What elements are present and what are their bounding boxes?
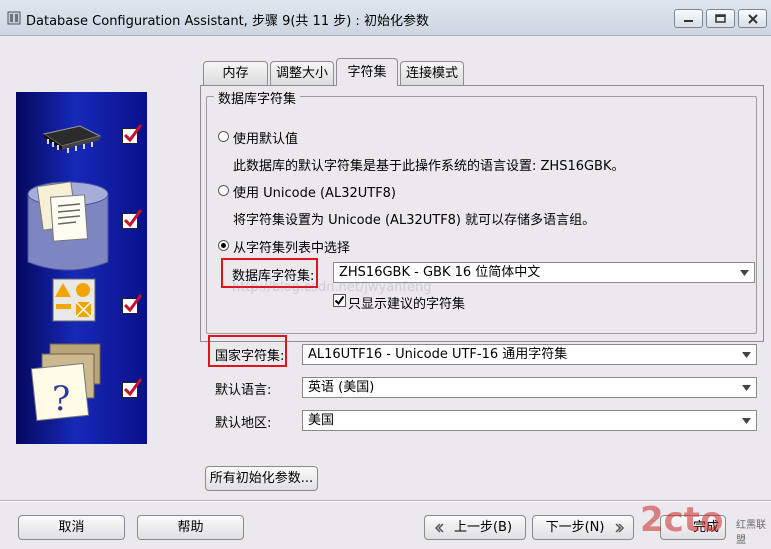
radio-use-unicode-label[interactable]: 使用 Unicode (AL32UTF8): [233, 182, 396, 201]
chevron-right-icon: [615, 523, 625, 533]
radio-use-default[interactable]: [218, 131, 229, 142]
back-button[interactable]: 上一步(B): [424, 515, 526, 540]
default-territory-label: 默认地区:: [215, 416, 272, 431]
database-icon: [7, 11, 21, 25]
minimize-icon: [684, 19, 693, 22]
all-init-params-button[interactable]: 所有初始化参数...: [205, 466, 318, 491]
radio-use-unicode[interactable]: [218, 185, 229, 196]
unicode-description: 将字符集设置为 Unicode (AL32UTF8) 就可以存储多语言组。: [233, 213, 596, 228]
next-button-label: 下一步(N): [545, 520, 605, 535]
maximize-icon: [715, 14, 726, 23]
step-check-icon: [122, 378, 142, 398]
chevron-left-icon: [434, 523, 444, 533]
database-documents-icon: [27, 181, 109, 271]
help-button[interactable]: 帮助: [137, 515, 244, 540]
default-language-label: 默认语言:: [215, 383, 272, 398]
chevron-down-icon: [742, 418, 751, 424]
wizard-side-panel: ?: [16, 92, 147, 444]
close-icon: [747, 13, 758, 24]
title-bar: Database Configuration Assistant, 步骤 9(共…: [0, 0, 771, 36]
checkmark-icon: [334, 295, 345, 306]
minimize-button[interactable]: [674, 9, 703, 28]
folders-help-icon: ?: [30, 343, 101, 422]
step-check-icon: [122, 209, 142, 229]
chevron-down-icon: [742, 352, 751, 358]
radio-choose-from-list[interactable]: [218, 240, 229, 251]
default-territory-value: 美国: [308, 413, 335, 428]
maximize-button[interactable]: [706, 9, 735, 28]
tab-connection-mode[interactable]: 连接模式: [400, 61, 464, 85]
watermark-logo-subtext: 红黑联盟: [736, 520, 766, 546]
next-button[interactable]: 下一步(N): [532, 515, 634, 540]
step-check-icon: [122, 294, 142, 314]
default-language-value: 英语 (美国): [308, 380, 375, 395]
show-recommended-checkbox[interactable]: [333, 294, 346, 307]
show-recommended-label[interactable]: 只显示建议的字符集: [348, 293, 465, 312]
step-check-icon: [122, 124, 142, 144]
shapes-palette-icon: [52, 278, 96, 322]
window-title: Database Configuration Assistant, 步骤 9(共…: [26, 14, 429, 29]
chevron-down-icon: [740, 270, 749, 276]
tab-sizing[interactable]: 调整大小: [270, 61, 334, 85]
tab-charset[interactable]: 字符集: [336, 58, 398, 86]
chevron-down-icon: [742, 385, 751, 391]
back-button-label: 上一步(B): [453, 520, 513, 535]
watermark-logo: 2cto 红黑联盟: [640, 500, 771, 549]
national-charset-select[interactable]: AL16UTF16 - Unicode UTF-16 通用字符集: [302, 344, 757, 365]
radio-use-default-label[interactable]: 使用默认值: [233, 128, 298, 147]
memory-chip-icon: [42, 125, 102, 153]
default-language-select[interactable]: 英语 (美国): [302, 377, 757, 398]
default-charset-description: 此数据库的默认字符集是基于此操作系统的语言设置: ZHS16GBK。: [233, 159, 625, 174]
radio-choose-from-list-label[interactable]: 从字符集列表中选择: [233, 237, 350, 256]
national-charset-label: 国家字符集:: [215, 349, 285, 364]
watermark-logo-text: 2cto: [640, 500, 724, 540]
national-charset-value: AL16UTF16 - Unicode UTF-16 通用字符集: [308, 347, 568, 362]
close-button[interactable]: [738, 9, 767, 28]
db-charset-value: ZHS16GBK - GBK 16 位简体中文: [339, 265, 541, 280]
db-charset-group-title: 数据库字符集: [214, 88, 301, 107]
default-territory-select[interactable]: 美国: [302, 410, 757, 431]
svg-text:?: ?: [52, 379, 70, 419]
tab-memory[interactable]: 内存: [203, 61, 268, 85]
cancel-button[interactable]: 取消: [18, 515, 125, 540]
